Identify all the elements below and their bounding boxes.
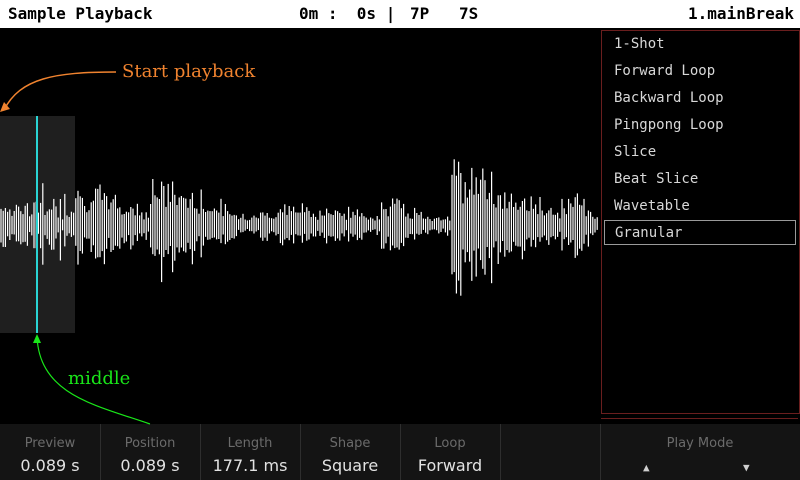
param-label: Loop: [434, 436, 466, 451]
menu-item-backward-loop[interactable]: Backward Loop: [604, 86, 793, 111]
menu-item-slice[interactable]: Slice: [604, 140, 793, 165]
menu-item-forward-loop[interactable]: Forward Loop: [604, 59, 793, 84]
waveform-display[interactable]: [0, 28, 600, 424]
param-value: 0.089 s: [20, 456, 80, 475]
annotation-start-playback: Start playback: [122, 61, 256, 82]
step-count: 7S: [459, 4, 479, 23]
param-label: Length: [227, 436, 273, 451]
param-label: Play Mode: [666, 436, 734, 451]
param-value: 0.089 s: [120, 456, 180, 475]
triangle-up-icon[interactable]: ▲: [643, 461, 650, 474]
param-loop[interactable]: Loop Forward: [400, 424, 500, 480]
param-value: Forward: [417, 456, 483, 475]
param-position[interactable]: Position 0.089 s: [100, 424, 200, 480]
menu-item-granular[interactable]: Granular: [604, 220, 796, 245]
triangle-down-icon[interactable]: ▼: [743, 461, 750, 474]
divider: [500, 424, 501, 480]
menu-item-beat-slice[interactable]: Beat Slice: [604, 167, 793, 192]
annotation-middle: middle: [68, 368, 131, 389]
param-label: Position: [124, 436, 176, 451]
param-length[interactable]: Length 177.1 ms: [200, 424, 300, 480]
menu-item-wavetable[interactable]: Wavetable: [604, 194, 793, 219]
menu-item-pingpong-loop[interactable]: Pingpong Loop: [604, 113, 793, 138]
menu-item-1-shot[interactable]: 1-Shot: [604, 32, 793, 57]
param-value: 177.1 ms: [212, 456, 288, 475]
waveform-lines: [0, 159, 598, 296]
param-label: Shape: [329, 436, 371, 451]
param-value: Square: [321, 456, 379, 475]
screen-title: Sample Playback: [8, 4, 153, 23]
param-play-mode[interactable]: Play Mode: [600, 424, 800, 480]
time-readout: 0m : 0s |: [299, 4, 396, 23]
sample-name: 1.mainBreak: [688, 4, 794, 23]
play-mode-menu: 1-Shot Forward Loop Backward Loop Pingpo…: [601, 30, 800, 414]
param-shape[interactable]: Shape Square: [300, 424, 400, 480]
header-bar: Sample Playback 0m : 0s | 7P 7S 1.mainBr…: [0, 0, 800, 28]
menu-divider: [601, 418, 798, 419]
pattern-count: 7P: [410, 4, 430, 23]
param-label: Preview: [24, 436, 76, 451]
param-preview[interactable]: Preview 0.089 s: [0, 424, 100, 480]
parameter-bar: Preview 0.089 s Position 0.089 s Length …: [0, 424, 800, 480]
